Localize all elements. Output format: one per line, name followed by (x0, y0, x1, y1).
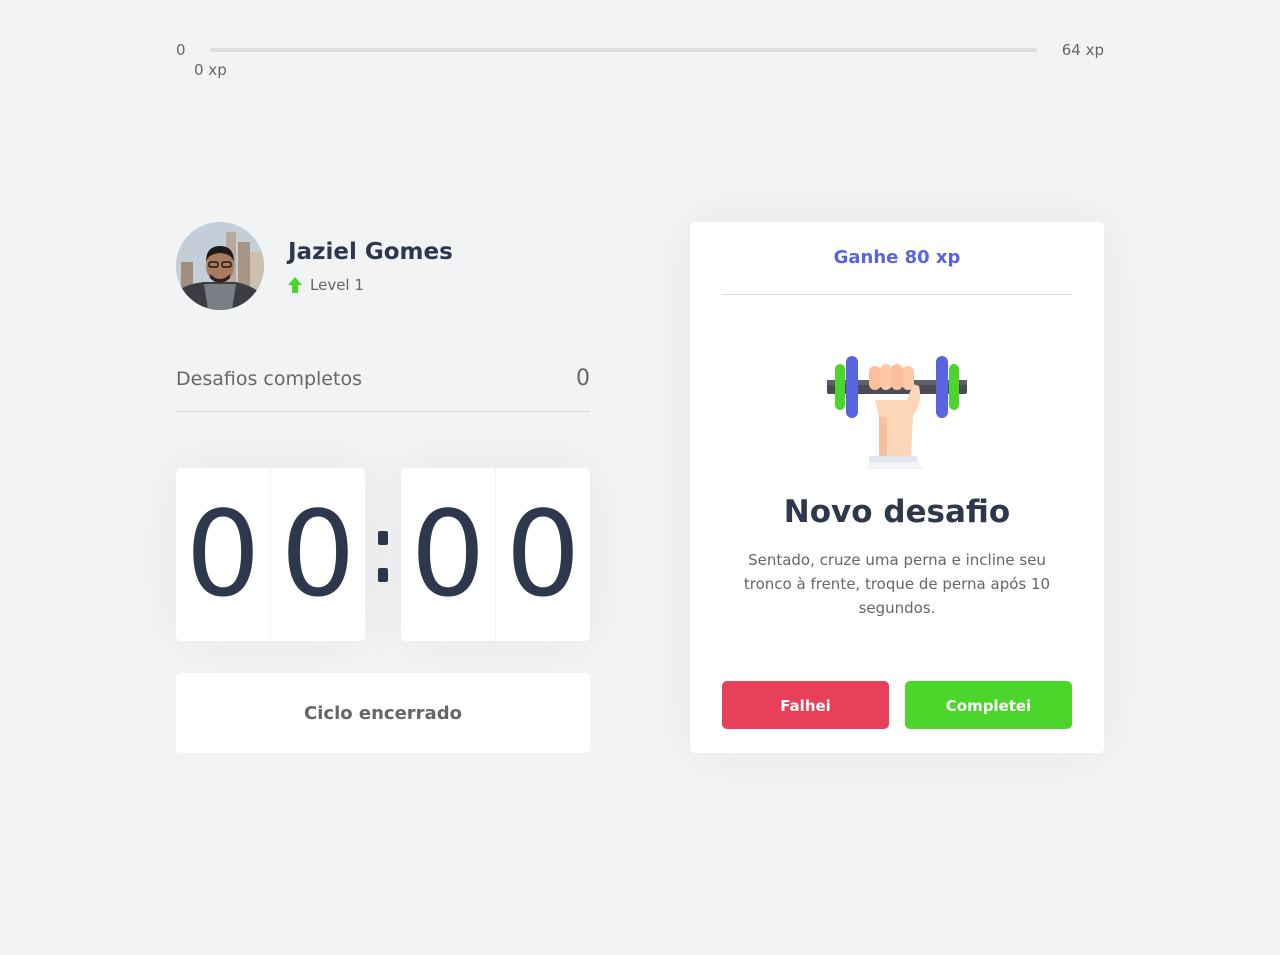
failed-button[interactable]: Falhei (722, 681, 889, 729)
completed-challenges-label: Desafios completos (176, 368, 362, 390)
challenge-actions: Falhei Completei (722, 681, 1072, 729)
cycle-ended-button[interactable]: Ciclo encerrado (176, 673, 590, 753)
xp-progress-track (210, 48, 1037, 52)
challenge-reward: Ganhe 80 xp (722, 222, 1072, 295)
countdown-seconds: 0 0 (401, 468, 590, 641)
level-up-arrow-icon (288, 277, 302, 293)
user-level: Level 1 (288, 275, 364, 295)
countdown-separator (365, 468, 401, 641)
minute-digit-ones: 0 (280, 485, 356, 623)
completed-button[interactable]: Completei (905, 681, 1072, 729)
challenge-description: Sentado, cruze uma perna e incline seu t… (743, 551, 1051, 617)
profile: Jaziel Gomes Level 1 (176, 222, 590, 310)
experience-bar: 0 0 xp 64 xp (176, 40, 1104, 79)
second-digit-ones: 0 (505, 485, 581, 623)
second-digit-tens: 0 (401, 468, 496, 641)
colon-dot-top (378, 531, 388, 545)
completed-challenges-count: 0 (576, 366, 590, 391)
challenge-card: Ganhe 80 xp Novo desafio Sentado, cruze … (690, 222, 1104, 753)
user-name: Jaziel Gomes (288, 239, 453, 265)
challenge-title: Novo desafio (783, 494, 1011, 530)
countdown-minutes: 0 0 (176, 468, 365, 641)
completed-challenges: Desafios completos 0 (176, 366, 590, 412)
avatar (176, 222, 264, 310)
level-label: Level 1 (310, 276, 364, 294)
xp-max-label: 64 xp (1061, 41, 1104, 59)
colon-dot-bottom (378, 568, 388, 582)
xp-current-label: 0 xp (194, 61, 227, 79)
countdown: 0 0 0 0 (176, 468, 590, 641)
avatar-photo-icon (176, 222, 264, 310)
xp-min-label: 0 (176, 41, 186, 59)
dumbbell-icon (827, 356, 967, 469)
minute-digit-tens: 0 (176, 468, 271, 641)
